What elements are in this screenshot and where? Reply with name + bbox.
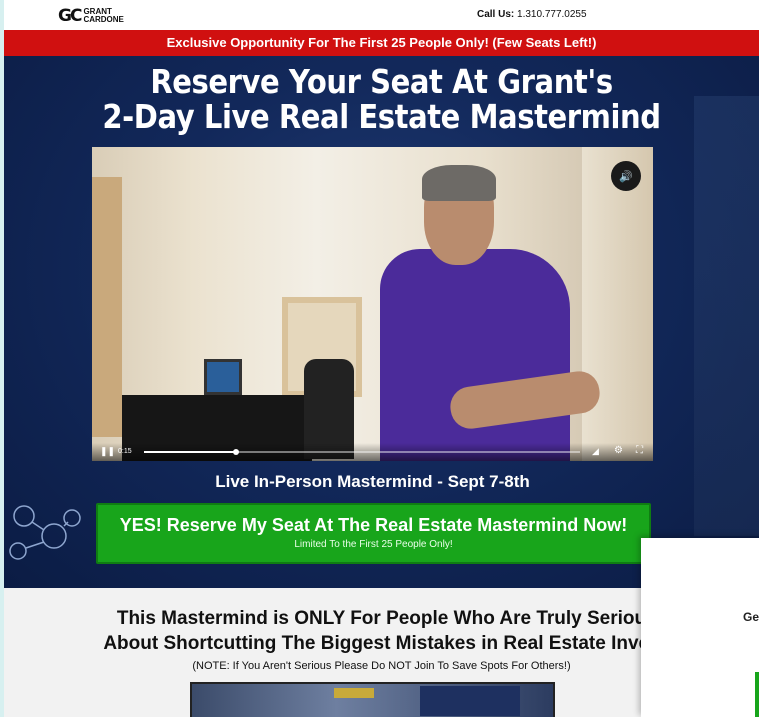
speaker-icon[interactable]: ◢ xyxy=(592,446,599,457)
event-date-line: Live In-Person Mastermind - Sept 7-8th xyxy=(215,472,530,491)
video-progress-fill xyxy=(144,451,236,453)
logo-mark: GC xyxy=(58,6,82,26)
hero-section: Reserve Your Seat At Grant's 2-Day Live … xyxy=(4,56,759,588)
reserve-seat-button[interactable]: YES! Reserve My Seat At The Real Estate … xyxy=(96,503,651,564)
call-us: Call Us: 1.310.777.0255 xyxy=(477,9,587,20)
fullscreen-icon[interactable]: ⛶ xyxy=(636,445,643,456)
popup-button[interactable] xyxy=(755,672,759,717)
video-scene-laptop xyxy=(204,359,242,395)
reserve-seat-sublabel: Limited To the First 25 People Only! xyxy=(294,539,453,550)
video-scrubber[interactable] xyxy=(144,449,580,455)
video-player[interactable]: 🔊 ❚❚ 0:15 ◢ ⚙ ⛶ xyxy=(92,147,653,461)
volume-icon: 🔊 xyxy=(619,170,633,183)
gear-icon[interactable]: ⚙ xyxy=(614,445,623,456)
logo-text: GRANT CARDONE xyxy=(83,7,124,24)
call-label: Call Us: xyxy=(477,9,515,20)
grant-cardone-logo[interactable]: GC GRANT CARDONE xyxy=(58,6,141,26)
scarcity-banner: Exclusive Opportunity For The First 25 P… xyxy=(4,30,759,56)
hero-title-line1: Reserve Your Seat At Grant's xyxy=(150,62,613,101)
video-controls: ❚❚ 0:15 ◢ ⚙ ⛶ xyxy=(92,443,653,461)
hero-title-line2: 2-Day Live Real Estate Mastermind xyxy=(102,97,661,136)
decorative-diagram-icon xyxy=(9,505,81,560)
hero-title: Reserve Your Seat At Grant's 2-Day Live … xyxy=(49,64,713,134)
video-scene-door xyxy=(92,177,122,437)
video-time: 0:15 xyxy=(118,448,132,455)
popup-modal[interactable]: Ge xyxy=(641,538,759,717)
pause-icon[interactable]: ❚❚ xyxy=(100,446,115,457)
phone-number[interactable]: 1.310.777.0255 xyxy=(517,9,587,20)
reserve-seat-label: YES! Reserve My Seat At The Real Estate … xyxy=(119,515,628,535)
video-scene-whiteboard xyxy=(582,147,653,461)
site-header: GC GRANT CARDONE Call Us: 1.310.777.0255 xyxy=(4,0,759,30)
background-speaker-image xyxy=(694,96,759,536)
video-scene-speaker xyxy=(360,165,603,461)
unmute-button[interactable]: 🔊 xyxy=(611,161,641,191)
event-photo xyxy=(190,682,555,717)
video-scrubber-handle[interactable] xyxy=(232,449,239,455)
popup-text: Ge xyxy=(743,610,759,624)
